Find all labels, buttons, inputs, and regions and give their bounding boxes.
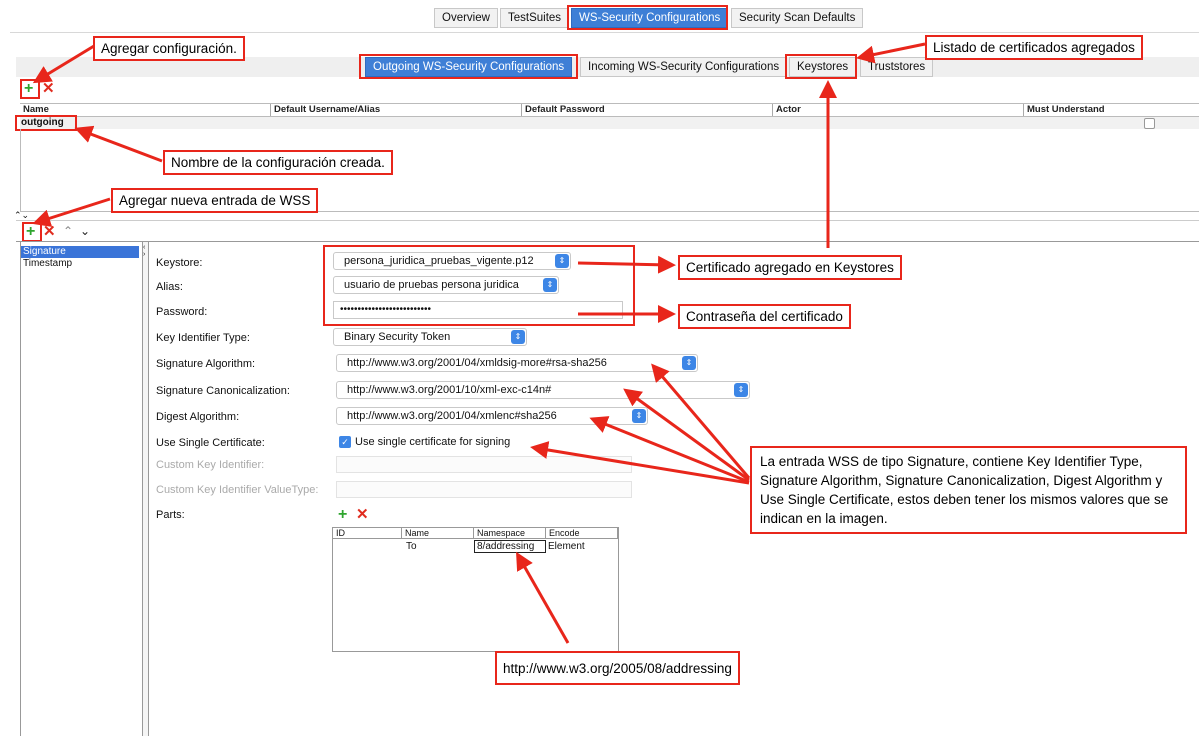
arrow-cert-added <box>577 255 676 274</box>
annotation-arrows <box>32 42 926 644</box>
arrow-addressing <box>516 551 570 644</box>
arrow-config-name <box>74 125 163 163</box>
arrow-add-config <box>32 44 95 84</box>
arrow-single-cert <box>530 441 750 485</box>
arrow-cert-list <box>856 42 926 64</box>
arrow-add-wss <box>32 197 111 227</box>
